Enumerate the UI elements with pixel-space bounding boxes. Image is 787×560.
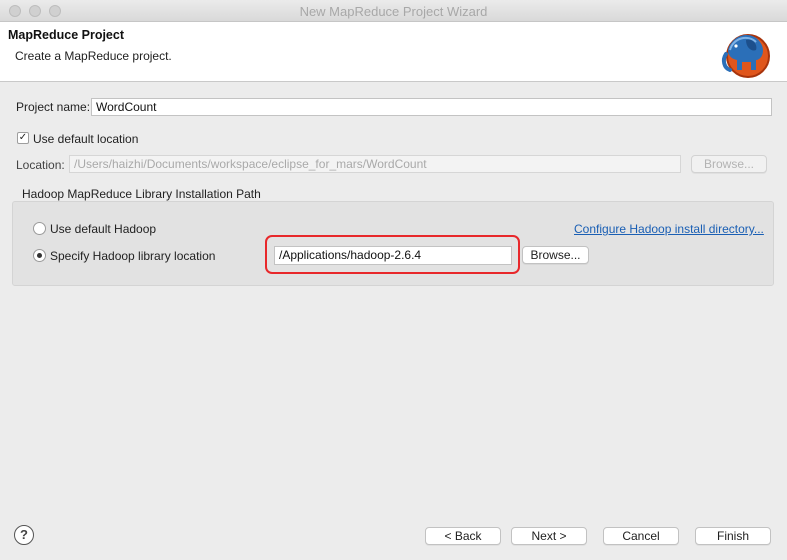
title-bar: New MapReduce Project Wizard [0,0,787,22]
finish-button[interactable]: Finish [695,527,771,545]
help-icon[interactable]: ? [14,525,34,545]
configure-hadoop-link[interactable]: Configure Hadoop install directory... [574,222,764,236]
cancel-button[interactable]: Cancel [603,527,679,545]
location-label: Location: [16,158,65,172]
project-name-input[interactable]: WordCount [91,98,772,116]
hadoop-group-title: Hadoop MapReduce Library Installation Pa… [22,187,261,201]
hadoop-browse-button[interactable]: Browse... [522,246,589,264]
hadoop-elephant-icon [721,34,770,78]
wizard-header: MapReduce Project Create a MapReduce pro… [0,22,787,82]
project-name-label: Project name: [16,100,91,114]
location-input: /Users/haizhi/Documents/workspace/eclips… [69,155,681,173]
location-browse-button: Browse... [691,155,767,173]
use-default-hadoop-radio[interactable] [33,222,46,235]
use-default-location-label: Use default location [33,132,139,146]
use-default-hadoop-label: Use default Hadoop [50,222,157,236]
next-button[interactable]: Next > [511,527,587,545]
back-button[interactable]: < Back [425,527,501,545]
window-title: New MapReduce Project Wizard [299,4,488,19]
page-description: Create a MapReduce project. [15,49,172,63]
specify-hadoop-location-label: Specify Hadoop library location [50,249,216,263]
specify-hadoop-location-radio[interactable] [33,249,46,262]
page-title: MapReduce Project [8,28,125,42]
use-default-location-checkbox[interactable]: ✓ [17,132,29,144]
wizard-window: New MapReduce Project Wizard MapReduce P… [0,0,787,560]
highlight-annotation [265,235,520,274]
